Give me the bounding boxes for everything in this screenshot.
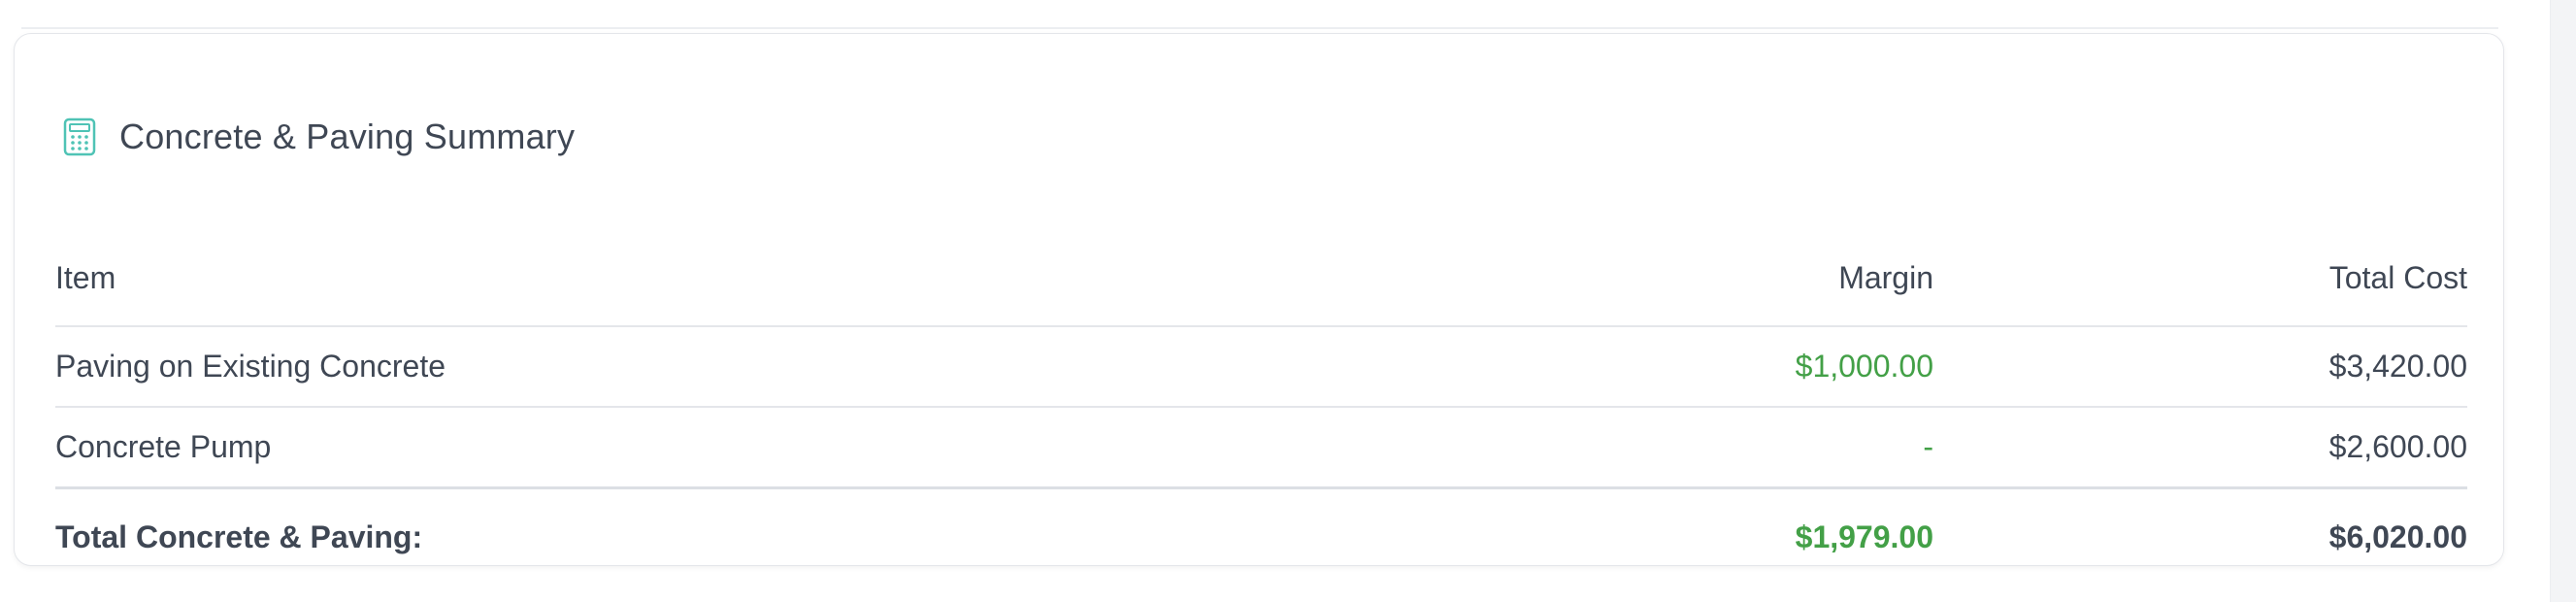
card-header: Concrete & Paving Summary (63, 83, 575, 191)
column-header-margin: Margin (1220, 231, 1933, 327)
table-header-row: Item Margin Total Cost (55, 231, 2467, 327)
column-header-item: Item (55, 231, 1220, 327)
card-title: Concrete & Paving Summary (119, 117, 576, 156)
row-margin-value: - (1220, 407, 1933, 489)
row-total-cost-value: $2,600.00 (1933, 407, 2467, 489)
table-row: Concrete Pump - $2,600.00 (55, 407, 2467, 489)
row-total-cost-value: $3,420.00 (1933, 326, 2467, 408)
scrollbar-track[interactable] (2550, 0, 2576, 602)
summary-table: Item Margin Total Cost Paving on Existin… (55, 231, 2467, 585)
total-cost-value: $6,020.00 (2328, 518, 2467, 554)
table-total-row: Total Concrete & Paving: $1,979.00 $6,02… (55, 488, 2467, 585)
row-item-name: Concrete Pump (55, 407, 1220, 489)
total-margin-value: $1,979.00 (1795, 518, 1933, 554)
table-row: Paving on Existing Concrete $1,000.00 $3… (55, 326, 2467, 408)
top-divider (21, 27, 2498, 29)
total-label: Total Concrete & Paving: (55, 518, 423, 554)
column-header-total-cost: Total Cost (1933, 231, 2467, 327)
summary-card: Concrete & Paving Summary Item Margin To… (14, 33, 2504, 566)
calculator-icon (63, 117, 96, 156)
row-item-name: Paving on Existing Concrete (55, 326, 1220, 408)
page: Concrete & Paving Summary Item Margin To… (0, 0, 2576, 602)
row-margin-value: $1,000.00 (1220, 326, 1933, 408)
